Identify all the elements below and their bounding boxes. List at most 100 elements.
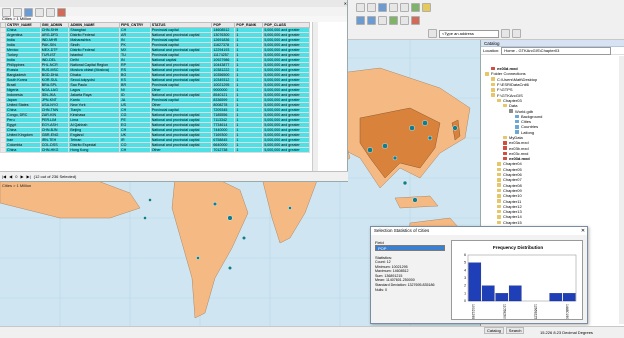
folder-icon [497,209,501,214]
folder-icon [497,183,501,187]
pan-icon[interactable] [378,16,387,25]
histogram-bar [495,293,509,302]
folder-icon [491,82,495,87]
folder-icon [497,167,501,172]
tree-item-label: MyData [509,135,523,140]
close-icon[interactable]: ✕ [344,0,347,7]
close-icon[interactable]: ✕ [579,227,587,235]
previous-record-icon[interactable]: ◀ [9,174,12,179]
y-tick-label: 4 [464,268,466,272]
histogram-bar [481,285,495,302]
table-cell: 1 [234,147,264,153]
delete-selected-icon[interactable] [57,8,66,17]
tree-item-label: Data [509,103,518,109]
zoom-in-icon[interactable] [356,16,365,25]
folder-icon [497,194,501,198]
folder-icon [491,77,495,81]
add-data-icon[interactable] [411,3,420,12]
catalog-scrollbar[interactable] [619,56,624,324]
tree-item-label: F:\GTKArcGIS [497,92,523,98]
location-input[interactable]: Home - GTKArcGIS\Chapter03 [501,46,612,55]
coordinates-readout: 15.226 8.23 Decimal Degrees [540,330,593,335]
measure-icon[interactable] [512,29,521,38]
attribute-table-window: ✕ Cities > 1 Million CNTRY_NAME GMI_ADMIN… [0,0,348,182]
zoom-out-icon[interactable] [367,16,376,25]
tree-item-label: Chapter03 [503,97,522,103]
map-document-icon [503,146,507,150]
tree-item-label: Chapter06 [503,172,522,178]
tree-item-label: Folder Connections [491,71,526,77]
y-tick-label: 6 [464,253,466,257]
address-input[interactable]: <Type an address [439,29,499,38]
table-titlebar: ✕ [0,0,347,7]
tree-item-label: Countries [521,124,539,130]
feature-class-icon [515,119,519,124]
record-number[interactable]: 0 [15,174,17,179]
map-document-icon [503,151,507,156]
tab-catalog[interactable]: Catalog [484,327,504,334]
last-record-icon[interactable]: ▶| [27,174,31,179]
table-tab[interactable]: Cities > 1 Million [2,183,31,188]
map-toolbar: <Type an address [348,0,624,40]
map-document-icon [503,141,507,145]
x-tick-label: 14480190 [565,304,569,319]
table-cell: CH [119,147,151,153]
tree-item-label: ex03b.mxd [509,145,529,151]
folder-icon [503,103,507,108]
tree-item-label: Chapter14 [503,214,522,220]
feature-class-icon [515,130,519,134]
histogram-bar [468,262,482,302]
tree-item-label: ex03a.mxd [509,140,529,146]
folder-icon [491,88,495,92]
y-tick-label: 5 [464,261,466,265]
switch-selection-icon[interactable] [35,8,44,17]
clear-selection-icon[interactable] [46,8,55,17]
folder-icon [497,215,501,219]
catalog-location-bar: Location: Home - GTKArcGIS\Chapter03 [481,46,624,55]
print-icon[interactable] [389,3,398,12]
table-scrollbar[interactable] [312,22,318,172]
tree-item-label: Chapter05 [503,166,522,172]
open-icon[interactable] [367,3,376,12]
south-america [171,172,249,319]
catalog-icon[interactable] [422,3,431,12]
status-bar: 15.226 8.23 Decimal Degrees [0,326,624,338]
tree-item-label: Chapter13 [503,209,522,215]
tree-item-label: World.gdb [515,108,534,114]
identify-icon[interactable] [411,16,420,25]
tab-search[interactable]: Search [505,327,525,334]
x-tick-label: 12669225 [534,304,538,319]
frequency-chart: Frequency Distribution 0 1 2 3 4 5 6 10021295 11… [451,240,583,320]
folder-icon [497,162,501,166]
tree-item-label: ex03c.mxd [509,150,529,156]
select-icon[interactable] [400,16,409,25]
histogram-bar [562,293,576,302]
go-icon[interactable] [501,29,510,38]
feature-class-icon [515,125,519,129]
folder-icon [497,172,501,177]
tree-item-label: Chapter04 [503,161,522,167]
y-tick-label: 1 [464,291,466,295]
selection-statistics-dialog: Selection Statistics of Cities ✕ Field P… [370,226,588,324]
selected-count: (12 out of 236 Selected) [33,174,77,179]
histogram-bar [549,293,563,302]
tree-item-label: Chapter08 [503,182,522,188]
folder-icon [497,178,501,182]
folder-icon [497,199,501,203]
cut-icon[interactable] [400,3,409,12]
frequency-chart-svg: 0 1 2 3 4 5 6 10021295 11058260 12669225 14480190 [464,253,577,319]
statistic-line: Standard Deviation: 1327695.835186 [375,282,435,287]
table-body: China CHN-SHH Shanghai CH Provincial capital… [0,27,310,153]
table-row[interactable]: China CHN-HKG Hong Kong CH Other 7012738 1 5,00… [0,147,310,153]
save-icon[interactable] [378,3,387,12]
find-icon[interactable] [428,29,437,38]
field-select[interactable]: POP [375,245,445,251]
folder-icon [497,98,501,103]
y-tick-label: 0 [464,299,466,303]
new-icon[interactable] [356,3,365,12]
first-record-icon[interactable]: |◀ [2,174,6,179]
folder-icon [497,188,501,193]
full-extent-icon[interactable] [389,16,398,25]
next-record-icon[interactable]: ▶ [20,174,23,179]
table-cell: 5,000,000 and greater [262,147,310,153]
